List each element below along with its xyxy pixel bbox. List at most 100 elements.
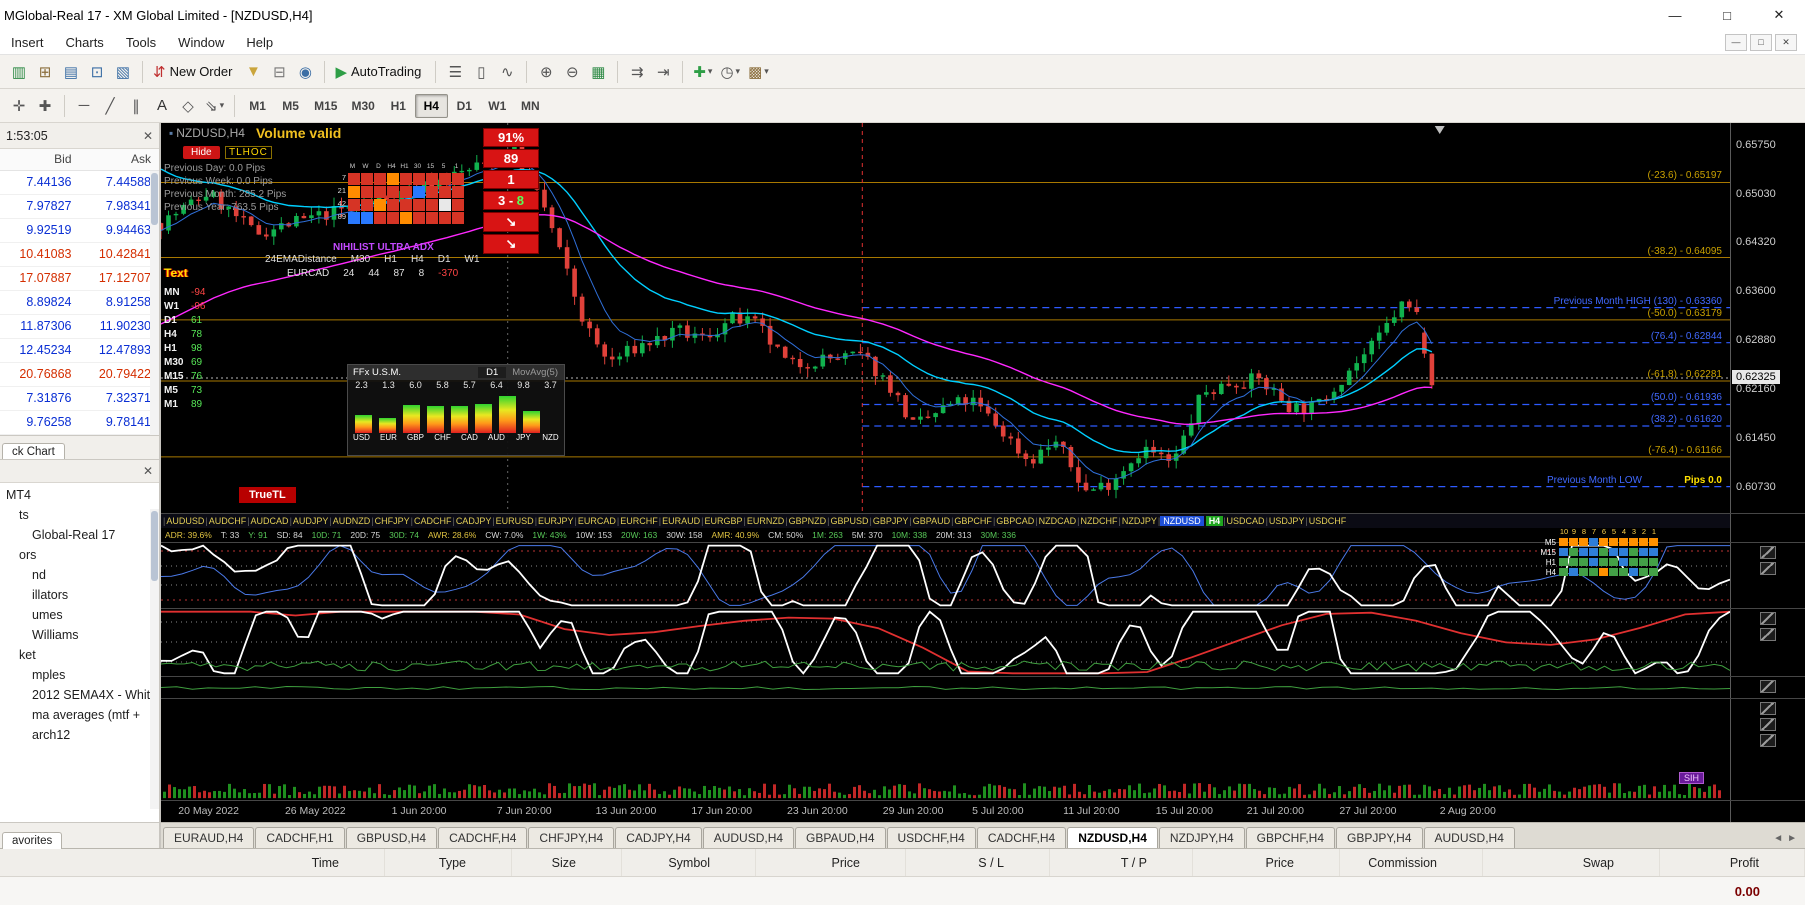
timeframe-d1-button[interactable]: D1 [448,94,481,118]
date-axis[interactable]: 20 May 2022 26 May 2022 1 Jun 20:00 7 Jun 2… [161,801,1730,822]
mdi-close-button[interactable]: ✕ [1775,33,1797,51]
sub1-scale[interactable] [1730,543,1805,608]
sub4-scale[interactable] [1730,699,1805,800]
main-price-scale[interactable]: 0.65750 0.65030 0.64320 0.63600 0.62880 0.621… [1730,123,1805,513]
timeframe-w1-button[interactable]: W1 [481,94,514,118]
ask-column-header[interactable]: Ask [80,149,160,170]
indicator-window-1[interactable] [161,543,1730,608]
indicator-window-2[interactable] [161,609,1730,676]
tile-windows-icon[interactable]: ▦ [585,59,611,85]
navigator-item[interactable]: ts [0,505,159,525]
ticker-symbol[interactable]: AUDJPY [292,516,330,526]
chart-tab[interactable]: NZDUSD,H4 [1067,827,1158,848]
line-chart-icon[interactable]: ∿ [494,59,520,85]
navigator-close-icon[interactable]: ✕ [143,464,153,478]
menu-charts[interactable]: Charts [55,35,115,50]
ticker-symbol[interactable]: GBPAUD [912,516,951,526]
terminal-column-header[interactable]: S / L [906,849,1050,876]
sub2-scale[interactable] [1730,609,1805,676]
market-watch-row[interactable]: 7.31876 7.32371 [0,387,159,411]
chart-tab[interactable]: USDCHF,H4 [886,827,976,848]
chart-tab[interactable]: NZDJPY,H4 [1158,827,1245,848]
menu-help[interactable]: Help [235,35,284,50]
terminal-column-header[interactable]: Time [0,849,385,876]
text-tool-icon[interactable]: A [149,93,175,119]
indicator-window-3[interactable] [161,677,1730,698]
navigator-item[interactable]: ors [0,545,159,565]
chart-tab[interactable]: AUDUSD,H4 [702,827,795,848]
ticker-symbol[interactable]: USDJPY [1268,516,1306,526]
chart-tab[interactable]: GBPUSD,H4 [345,827,438,848]
timeframe-m1-button[interactable]: M1 [241,94,274,118]
ticker-symbol[interactable]: CADCHF [413,516,453,526]
navigator-item[interactable]: MT4 [0,485,159,505]
ticker-symbol[interactable]: EURNZD [746,516,786,526]
navigator-item[interactable]: ket [0,645,159,665]
ticker-symbol[interactable]: USDCHF [1308,516,1348,526]
timeframe-m5-button[interactable]: M5 [274,94,307,118]
new-chart-icon[interactable]: ▥ [6,59,32,85]
market-watch-icon[interactable]: ▤ [58,59,84,85]
ticker-symbol[interactable]: GBPNZD [788,516,828,526]
subwindow-tool-icon[interactable] [1760,734,1776,747]
ticker-symbol[interactable]: NZDUSD [1160,516,1204,526]
chart-tab[interactable]: CADCHF,H4 [438,827,528,848]
indicators-icon[interactable]: ✚ ▾ [689,59,716,85]
navigator-item[interactable]: umes [0,605,159,625]
menu-window[interactable]: Window [167,35,235,50]
ticker-symbol[interactable]: CADJPY [455,516,493,526]
navigator-item[interactable]: illators [0,585,159,605]
subwindow-tool-icon[interactable] [1760,702,1776,715]
bar-chart-icon[interactable]: ☰ [442,59,468,85]
subwindow-tool-icon[interactable] [1760,718,1776,731]
terminal-column-header[interactable]: Profit [1660,849,1805,876]
hide-button[interactable]: Hide [183,146,220,159]
zoom-in-icon[interactable]: ⊕ [533,59,559,85]
terminal-column-header[interactable]: T / P [1050,849,1193,876]
market-watch-row[interactable]: 11.87306 11.90230 [0,315,159,339]
horizontal-line-icon[interactable]: ─ [71,93,97,119]
ticker-symbol[interactable]: GBPCAD [995,516,1035,526]
timeframe-h1-button[interactable]: H1 [382,94,415,118]
tab-scroll-left-icon[interactable]: ◄ [1773,833,1783,844]
ticker-symbol[interactable]: EURCAD [577,516,617,526]
expert-advisors-icon[interactable]: ▼ [240,59,266,85]
cursor-icon[interactable]: ✛ [6,93,32,119]
timeframe-mn-button[interactable]: MN [514,94,547,118]
timeframe-m15-button[interactable]: M15 [307,94,344,118]
market-watch-row[interactable]: 9.92519 9.94463 [0,219,159,243]
channel-icon[interactable]: ∥ [123,93,149,119]
menu-insert[interactable]: Insert [0,35,55,50]
navigator-item[interactable]: ma averages (mtf + [0,705,159,725]
navigator-item[interactable]: mples [0,665,159,685]
web-icon[interactable]: ◉ [292,59,318,85]
market-watch-row[interactable]: 17.07887 17.12707 [0,267,159,291]
bid-column-header[interactable]: Bid [0,149,80,170]
chart-tab[interactable]: CHFJPY,H4 [528,827,615,848]
tab-scroll-right-icon[interactable]: ► [1787,833,1797,844]
restore-button[interactable]: □ [1701,0,1753,30]
chart-tab[interactable]: GBPJPY,H4 [1336,827,1423,848]
chart-tab[interactable]: CADCHF,H1 [255,827,345,848]
navigator-window-icon[interactable]: ▧ [110,59,136,85]
ticker-symbol[interactable]: EURCHF [619,516,659,526]
market-watch-row[interactable]: 12.45234 12.47893 [0,339,159,363]
chart-tab[interactable]: AUDUSD,H4 [1423,827,1515,848]
mdi-restore-button[interactable]: □ [1750,33,1772,51]
subwindow-tool-icon[interactable] [1760,628,1776,641]
data-window-icon[interactable]: ⊡ [84,59,110,85]
ticker-symbol[interactable]: EURAUD [661,516,701,526]
market-watch-row[interactable]: 8.89824 8.91258 [0,291,159,315]
market-watch-close-icon[interactable]: ✕ [143,129,153,143]
close-button[interactable]: ✕ [1753,0,1805,30]
chart-tab[interactable]: CADJPY,H4 [615,827,702,848]
navigator-scrollbar[interactable] [150,509,159,809]
navigator-item[interactable]: 2012 SEMA4X - Whit [0,685,159,705]
terminal-column-header[interactable]: Size [512,849,622,876]
terminal-column-header[interactable]: Commission [1340,849,1483,876]
subwindow-tool-icon[interactable] [1760,546,1776,559]
minimize-button[interactable]: — [1649,0,1701,30]
terminal-column-header[interactable]: Type [385,849,512,876]
subwindow-tool-icon[interactable] [1760,562,1776,575]
market-watch-row[interactable]: 10.41083 10.42841 [0,243,159,267]
